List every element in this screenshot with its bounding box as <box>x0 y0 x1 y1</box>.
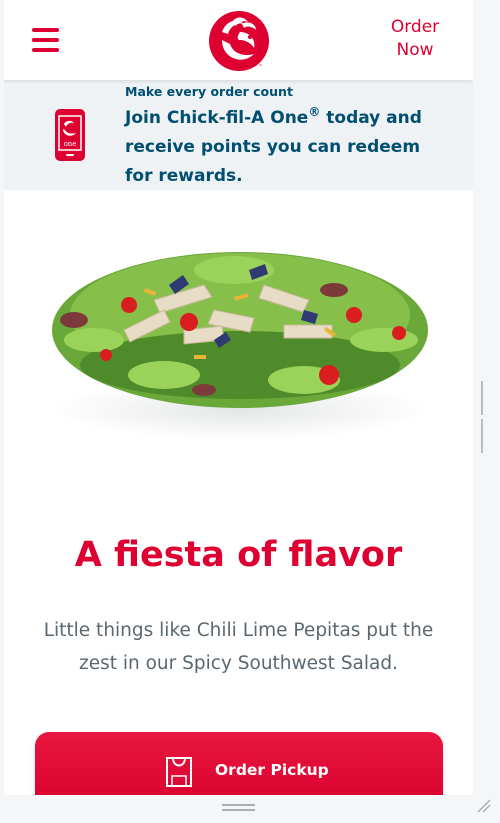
promo-main-text: Join Chick-fil-A One® today and receive … <box>125 104 445 191</box>
phone-app-icon: one <box>55 109 85 161</box>
page-description: Little things like Chili Lime Pepitas pu… <box>43 620 434 674</box>
svg-text:™: ™ <box>258 64 263 70</box>
promo-main-pre: Join Chick-fil-A One <box>125 108 309 128</box>
spicy-southwest-salad-image <box>50 252 430 440</box>
page-viewport: ™ Order Now one Make every order count J… <box>4 0 473 795</box>
order-now-line1: Order <box>390 17 440 37</box>
order-pickup-button[interactable]: Order Pickup <box>35 732 443 795</box>
order-now-line2: Now <box>396 40 434 60</box>
scrollbar-handle[interactable] <box>481 381 487 453</box>
bottom-frame-bar <box>0 795 500 823</box>
order-pickup-label: Order Pickup <box>215 761 329 779</box>
page-headline: A fiesta of flavor <box>74 535 403 575</box>
resize-grip-icon[interactable] <box>476 798 492 814</box>
chick-fil-a-logo[interactable]: ™ <box>208 10 270 72</box>
order-now-link[interactable]: Order Now <box>385 16 445 62</box>
registered-mark: ® <box>308 105 321 119</box>
promo-small-text: Make every order count <box>125 84 293 99</box>
bag-icon <box>166 757 192 787</box>
drag-handle-icon[interactable] <box>222 804 255 812</box>
hamburger-menu-icon[interactable] <box>32 28 59 52</box>
svg-text:one: one <box>64 140 77 148</box>
chick-fil-a-one-promo[interactable]: one Make every order count Join Chick-fi… <box>4 80 473 190</box>
site-header: ™ Order Now <box>4 0 473 80</box>
